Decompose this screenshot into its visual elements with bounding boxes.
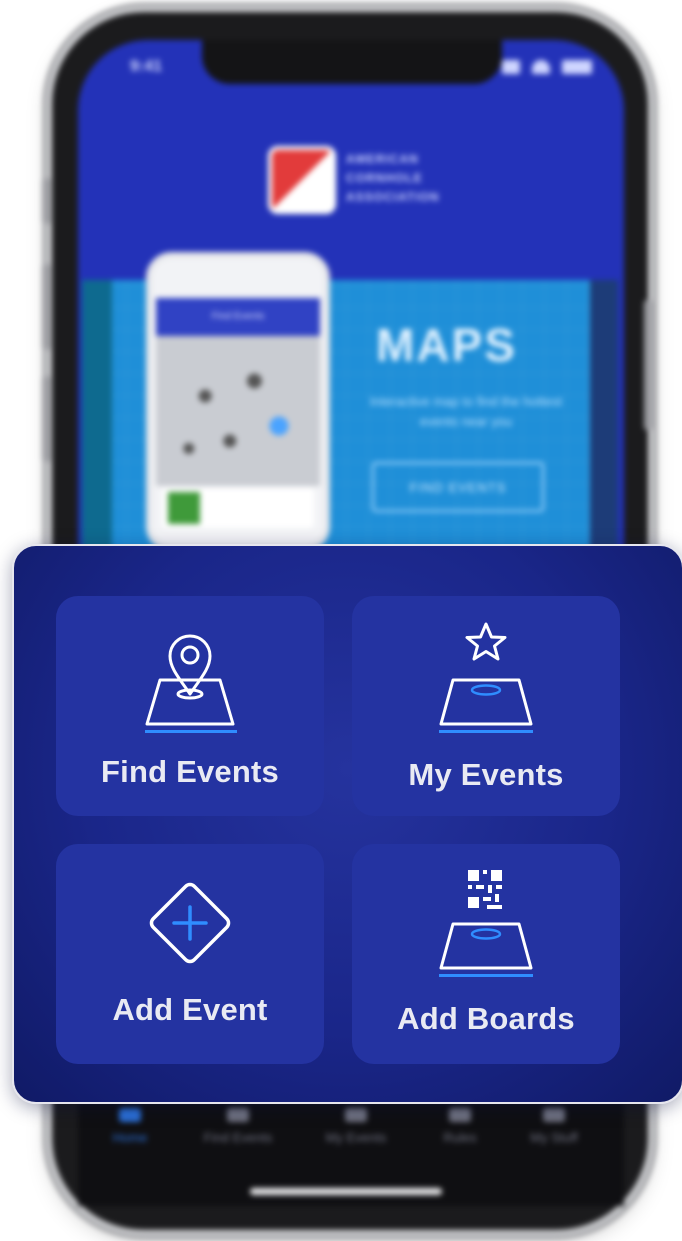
banner-prev-slide bbox=[82, 280, 112, 550]
tab-home[interactable]: Home bbox=[80, 1108, 180, 1145]
phone-power-button bbox=[644, 300, 652, 430]
home-indicator bbox=[250, 1188, 442, 1195]
status-time: 9:41 bbox=[130, 58, 163, 75]
banner-phone-title: Find Events bbox=[211, 311, 265, 322]
tab-my-stuff[interactable]: My Stuff bbox=[504, 1108, 604, 1145]
banner-phone-header: Find Events bbox=[156, 298, 320, 336]
logo-line-2: CORNHOLE bbox=[346, 171, 423, 185]
calendar-icon bbox=[345, 1108, 367, 1122]
user-icon bbox=[543, 1108, 565, 1122]
add-boards-label: Add Boards bbox=[397, 1001, 575, 1036]
logo-line-1: AMERICAN bbox=[346, 152, 419, 166]
signal-icon bbox=[502, 60, 520, 74]
tab-rules[interactable]: Rules bbox=[410, 1108, 510, 1145]
wifi-icon bbox=[532, 60, 550, 74]
qr-board-icon bbox=[439, 870, 533, 977]
phone-silent-switch bbox=[42, 178, 50, 224]
banner-next-slide bbox=[590, 280, 618, 550]
tab-find-events[interactable]: Find Events bbox=[188, 1108, 288, 1145]
add-event-label: Add Event bbox=[112, 992, 268, 1027]
tab-my-events-label: My Events bbox=[325, 1130, 387, 1145]
find-events-banner-button[interactable]: FIND EVENTS bbox=[372, 462, 544, 512]
tab-my-events[interactable]: My Events bbox=[306, 1108, 406, 1145]
add-event-tile[interactable]: Add Event bbox=[56, 844, 324, 1064]
add-boards-tile[interactable]: Add Boards bbox=[352, 844, 620, 1064]
home-icon bbox=[119, 1108, 141, 1122]
banner-phone-map bbox=[156, 336, 320, 486]
star-board-icon bbox=[439, 622, 533, 733]
battery-icon bbox=[562, 60, 592, 74]
banner-phone-event-card bbox=[162, 488, 314, 528]
event-thumbnail bbox=[168, 492, 200, 524]
quick-actions-panel: Find Events My Events Add Event Add Boar… bbox=[12, 544, 682, 1104]
tab-find-events-label: Find Events bbox=[203, 1130, 273, 1145]
phone-volume-down bbox=[42, 376, 50, 462]
aca-logo-text: AMERICAN CORNHOLE ASSOCIATION bbox=[346, 150, 456, 207]
map-pin-icon bbox=[145, 634, 237, 733]
status-icons bbox=[502, 60, 598, 74]
my-events-tile[interactable]: My Events bbox=[352, 596, 620, 816]
map-icon bbox=[227, 1108, 249, 1122]
maps-title: MAPS bbox=[376, 319, 517, 371]
maps-description: Interactive map to find the hottest even… bbox=[369, 394, 563, 429]
find-events-tile[interactable]: Find Events bbox=[56, 596, 324, 816]
find-events-label: Find Events bbox=[101, 754, 279, 789]
my-events-label: My Events bbox=[408, 757, 564, 792]
phone-notch bbox=[202, 40, 502, 84]
book-icon bbox=[449, 1108, 471, 1122]
add-diamond-icon bbox=[149, 882, 231, 964]
tab-home-label: Home bbox=[112, 1130, 148, 1145]
tab-my-stuff-label: My Stuff bbox=[530, 1130, 578, 1145]
tab-rules-label: Rules bbox=[443, 1130, 477, 1145]
logo-line-3: ASSOCIATION bbox=[346, 190, 440, 204]
aca-logo bbox=[268, 146, 336, 214]
phone-volume-up bbox=[42, 264, 50, 350]
